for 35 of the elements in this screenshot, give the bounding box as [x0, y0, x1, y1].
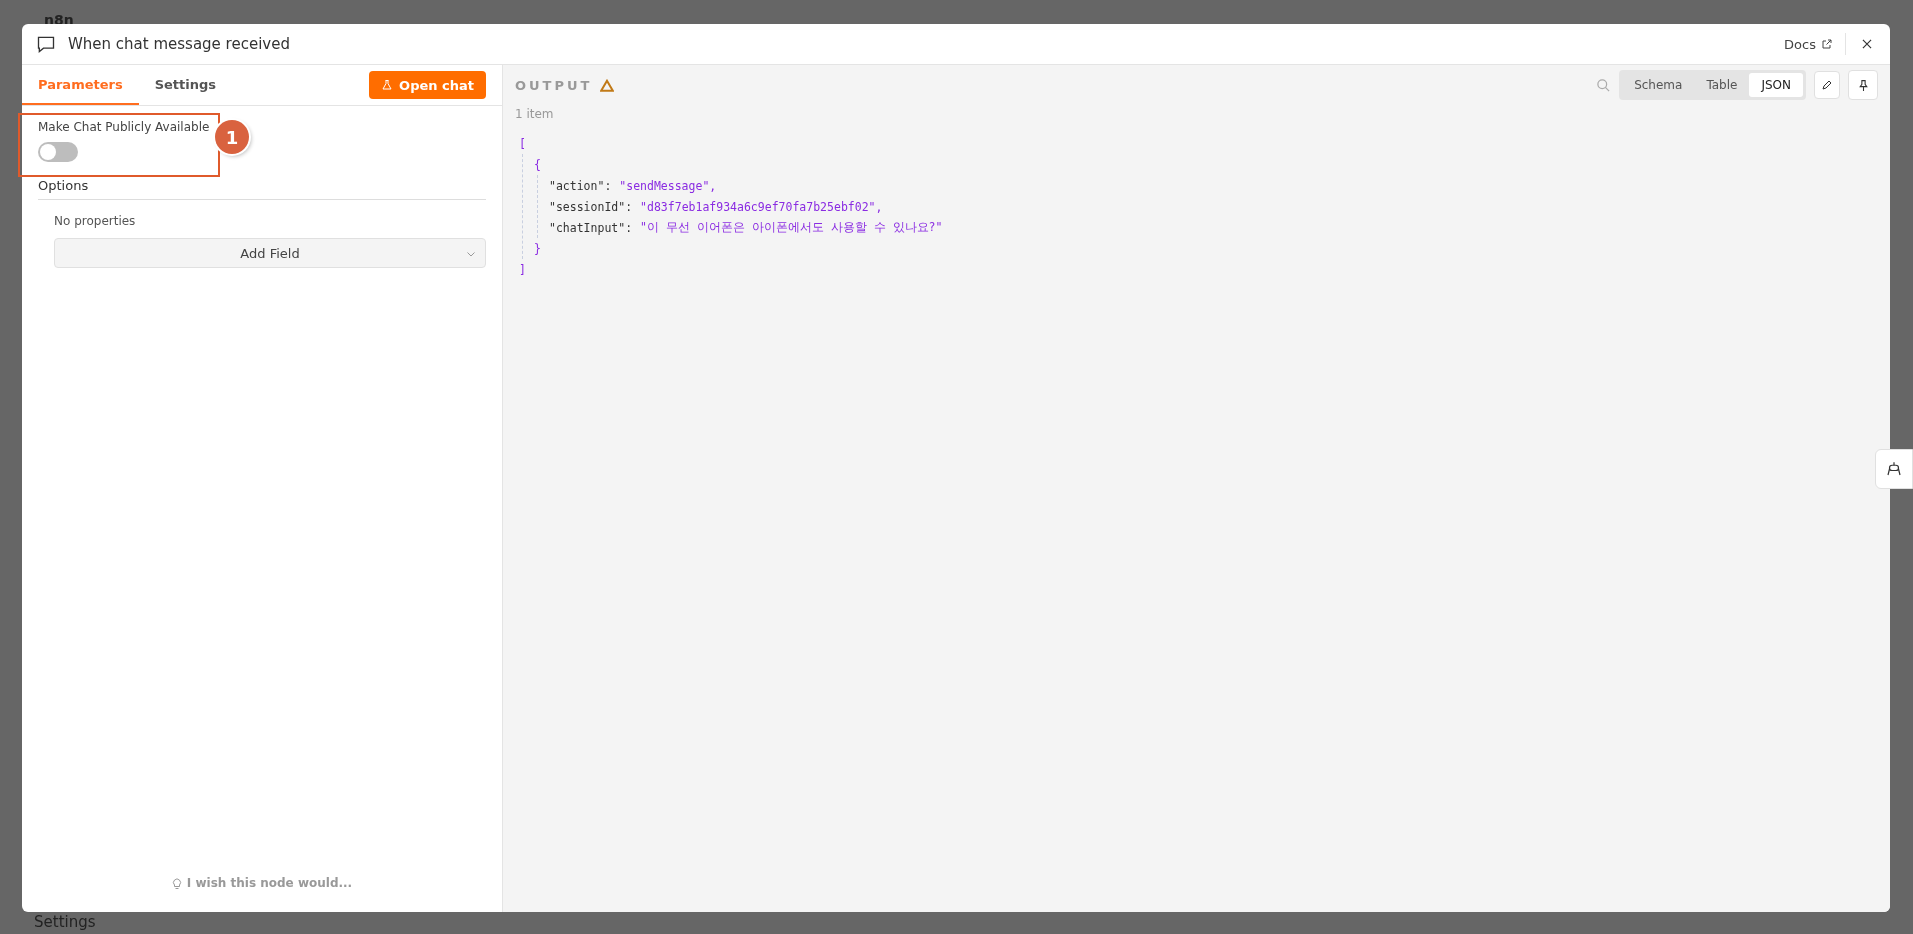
- dialog-title: When chat message received: [68, 35, 291, 53]
- json-brace: }: [534, 241, 541, 256]
- flask-icon: [381, 79, 394, 91]
- view-tab[interactable]: Schema: [1622, 73, 1695, 97]
- lightbulb-icon: [171, 876, 182, 890]
- json-value: "d83f7eb1af934a6c9ef70fa7b25ebf02",: [640, 199, 883, 214]
- warning-triangle-icon: [600, 78, 615, 92]
- toggle-label: Make Chat Publicly Available: [38, 120, 211, 134]
- add-field-dropdown[interactable]: Add Field: [54, 238, 486, 268]
- json-value: "sendMessage",: [619, 178, 717, 193]
- options-heading: Options: [38, 178, 486, 200]
- pin-icon: [1856, 78, 1870, 92]
- external-link-icon: [1821, 38, 1833, 50]
- step-number-badge: 1: [215, 120, 249, 154]
- docs-link[interactable]: Docs: [1784, 36, 1833, 52]
- json-value: "이 무선 이어폰은 아이폰에서도 사용할 수 있나요?": [640, 220, 943, 235]
- assistant-button[interactable]: [1875, 449, 1913, 489]
- view-tab[interactable]: Table: [1694, 73, 1750, 97]
- json-brace: {: [534, 157, 541, 172]
- view-tab[interactable]: JSON: [1749, 73, 1803, 97]
- json-bracket: [: [519, 136, 526, 151]
- robot-icon: [1885, 460, 1903, 478]
- json-key: "chatInput":: [549, 220, 633, 235]
- pencil-icon: [1821, 79, 1833, 91]
- output-heading: OUTPUT: [515, 77, 593, 93]
- chat-bubble-icon: [36, 34, 56, 54]
- edit-button[interactable]: [1814, 71, 1840, 99]
- public-toggle[interactable]: [38, 142, 78, 162]
- item-count: 1 item: [515, 107, 555, 121]
- tab[interactable]: Settings: [138, 65, 233, 105]
- pin-button[interactable]: [1848, 70, 1878, 100]
- json-key: "action":: [549, 178, 612, 193]
- empty-text: No properties: [54, 214, 137, 228]
- json-bracket: ]: [519, 262, 526, 277]
- json-key: "sessionId":: [549, 199, 633, 214]
